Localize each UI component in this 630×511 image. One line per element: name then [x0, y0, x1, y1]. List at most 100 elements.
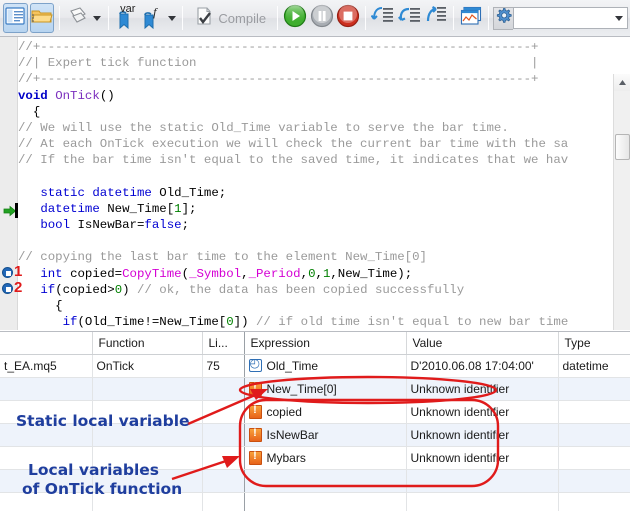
- cell-function[interactable]: OnTick: [92, 354, 203, 378]
- cell-expression[interactable]: copied: [244, 400, 407, 424]
- cell-expression[interactable]: Mybars: [244, 446, 407, 470]
- breakpoint-icon[interactable]: [2, 267, 13, 278]
- column-header-type[interactable]: Type: [558, 332, 630, 355]
- cell-line[interactable]: [202, 492, 245, 511]
- step-out-button[interactable]: [424, 3, 448, 33]
- cell-value[interactable]: Unknown identifier: [406, 423, 559, 447]
- code-line[interactable]: {: [18, 298, 568, 314]
- cell-value[interactable]: [406, 469, 559, 493]
- toggle-navigator-button[interactable]: [3, 3, 28, 33]
- table-row[interactable]: [0, 469, 630, 493]
- column-header-expression[interactable]: Expression: [244, 332, 407, 355]
- open-chart-button[interactable]: [459, 3, 483, 33]
- pause-button[interactable]: [309, 3, 333, 33]
- cell-line[interactable]: [202, 446, 245, 470]
- compile-button[interactable]: Compile: [188, 3, 272, 33]
- table-row[interactable]: New_Time[0] Unknown identifier: [0, 377, 630, 401]
- code-line[interactable]: int copied=CopyTime(_Symbol,_Period,0,1,…: [18, 266, 568, 282]
- properties-button[interactable]: [65, 3, 89, 33]
- symbol-combo-dropdown-button[interactable]: [610, 8, 627, 28]
- code-line[interactable]: // If the bar time isn't equal to the sa…: [18, 152, 568, 168]
- cell-line[interactable]: [202, 400, 245, 424]
- cell-file[interactable]: [0, 492, 93, 511]
- cell-line[interactable]: 75: [202, 354, 245, 378]
- code-line[interactable]: //+-------------------------------------…: [18, 71, 568, 87]
- code-line[interactable]: // copying the last bar time to the elem…: [18, 249, 568, 265]
- cell-value[interactable]: [406, 492, 559, 511]
- insert-variable-button[interactable]: var: [114, 3, 138, 33]
- cell-file[interactable]: [0, 377, 93, 401]
- breakpoint-marker-2[interactable]: 2: [0, 279, 22, 297]
- symbol-input[interactable]: [514, 9, 611, 27]
- cell-expression[interactable]: [244, 492, 407, 511]
- column-header-file[interactable]: [0, 332, 93, 355]
- cell-type[interactable]: [558, 469, 630, 493]
- cell-type[interactable]: [558, 377, 630, 401]
- column-header-line[interactable]: Li...: [202, 332, 245, 355]
- start-button[interactable]: [283, 3, 307, 33]
- code-line[interactable]: // We will use the static Old_Time varia…: [18, 120, 568, 136]
- vertical-scroll-thumb[interactable]: [615, 134, 630, 160]
- cell-value[interactable]: Unknown identifier: [406, 377, 559, 401]
- cell-expression[interactable]: IsNewBar: [244, 423, 407, 447]
- cell-file[interactable]: [0, 469, 93, 493]
- code-line[interactable]: void OnTick(): [18, 88, 568, 104]
- step-over-button[interactable]: [397, 3, 421, 33]
- cell-type[interactable]: [558, 492, 630, 511]
- cell-function[interactable]: [92, 400, 203, 424]
- code-line[interactable]: if(Old_Time!=New_Time[0]) // if old time…: [18, 314, 569, 330]
- insert-function-button[interactable]: f: [140, 3, 164, 33]
- open-folder-button[interactable]: [29, 3, 55, 33]
- cell-line[interactable]: [202, 377, 245, 401]
- cell-value[interactable]: D'2010.06.08 17:04:00': [406, 354, 559, 378]
- cell-function[interactable]: [92, 446, 203, 470]
- table-row[interactable]: t_EA.mq5OnTick75 Old_Time D'2010.06.08 17:…: [0, 354, 630, 378]
- table-row[interactable]: Mybars Unknown identifier: [0, 446, 630, 470]
- column-header-value[interactable]: Value: [406, 332, 559, 355]
- cell-value[interactable]: Unknown identifier: [406, 446, 559, 470]
- properties-dropdown-button[interactable]: [92, 3, 103, 33]
- code-line[interactable]: //| Expert tick function |: [18, 55, 568, 71]
- editor-gutter[interactable]: 1 2: [0, 37, 22, 330]
- code-line[interactable]: [18, 169, 568, 185]
- cell-type[interactable]: datetime: [558, 354, 630, 378]
- code-editor[interactable]: 1 2 //+---------------------------------…: [0, 37, 630, 330]
- cell-function[interactable]: [92, 377, 203, 401]
- code-line[interactable]: {: [18, 104, 568, 120]
- cell-file[interactable]: t_EA.mq5: [0, 354, 93, 378]
- scroll-up-button[interactable]: [614, 74, 630, 91]
- cell-line[interactable]: [202, 469, 245, 493]
- cell-file[interactable]: [0, 446, 93, 470]
- cell-type[interactable]: [558, 423, 630, 447]
- code-text[interactable]: //+-------------------------------------…: [18, 39, 568, 330]
- cell-value[interactable]: Unknown identifier: [406, 400, 559, 424]
- cell-file[interactable]: [0, 400, 93, 424]
- editor-vertical-scrollbar[interactable]: [613, 74, 630, 330]
- cell-file[interactable]: [0, 423, 93, 447]
- code-line[interactable]: //+-------------------------------------…: [18, 39, 568, 55]
- code-line[interactable]: // At each OnTick execution we will chec…: [18, 136, 568, 152]
- table-row[interactable]: [0, 492, 630, 511]
- cell-function[interactable]: [92, 492, 203, 511]
- table-row[interactable]: IsNewBar Unknown identifier: [0, 423, 630, 447]
- table-row[interactable]: copied Unknown identifier: [0, 400, 630, 424]
- cell-type[interactable]: [558, 400, 630, 424]
- cell-expression[interactable]: [244, 469, 407, 493]
- cell-function[interactable]: [92, 469, 203, 493]
- breakpoint-icon[interactable]: [2, 283, 13, 294]
- code-line[interactable]: static datetime Old_Time;: [18, 185, 568, 201]
- code-line[interactable]: bool IsNewBar=false;: [18, 217, 568, 233]
- settings-button[interactable]: [493, 6, 514, 30]
- cell-function[interactable]: [92, 423, 203, 447]
- symbol-combo[interactable]: [513, 7, 629, 29]
- column-header-function[interactable]: Function: [92, 332, 203, 355]
- stop-button[interactable]: [336, 3, 360, 33]
- cell-expression[interactable]: New_Time[0]: [244, 377, 407, 401]
- cell-expression[interactable]: Old_Time: [244, 354, 407, 378]
- debug-table-body[interactable]: t_EA.mq5OnTick75 Old_Time D'2010.06.08 17:…: [0, 354, 630, 511]
- insert-function-dropdown-button[interactable]: [166, 3, 177, 33]
- cell-line[interactable]: [202, 423, 245, 447]
- step-into-button[interactable]: [370, 3, 395, 33]
- code-line[interactable]: [18, 233, 568, 249]
- code-line[interactable]: datetime New_Time[1];: [18, 201, 568, 217]
